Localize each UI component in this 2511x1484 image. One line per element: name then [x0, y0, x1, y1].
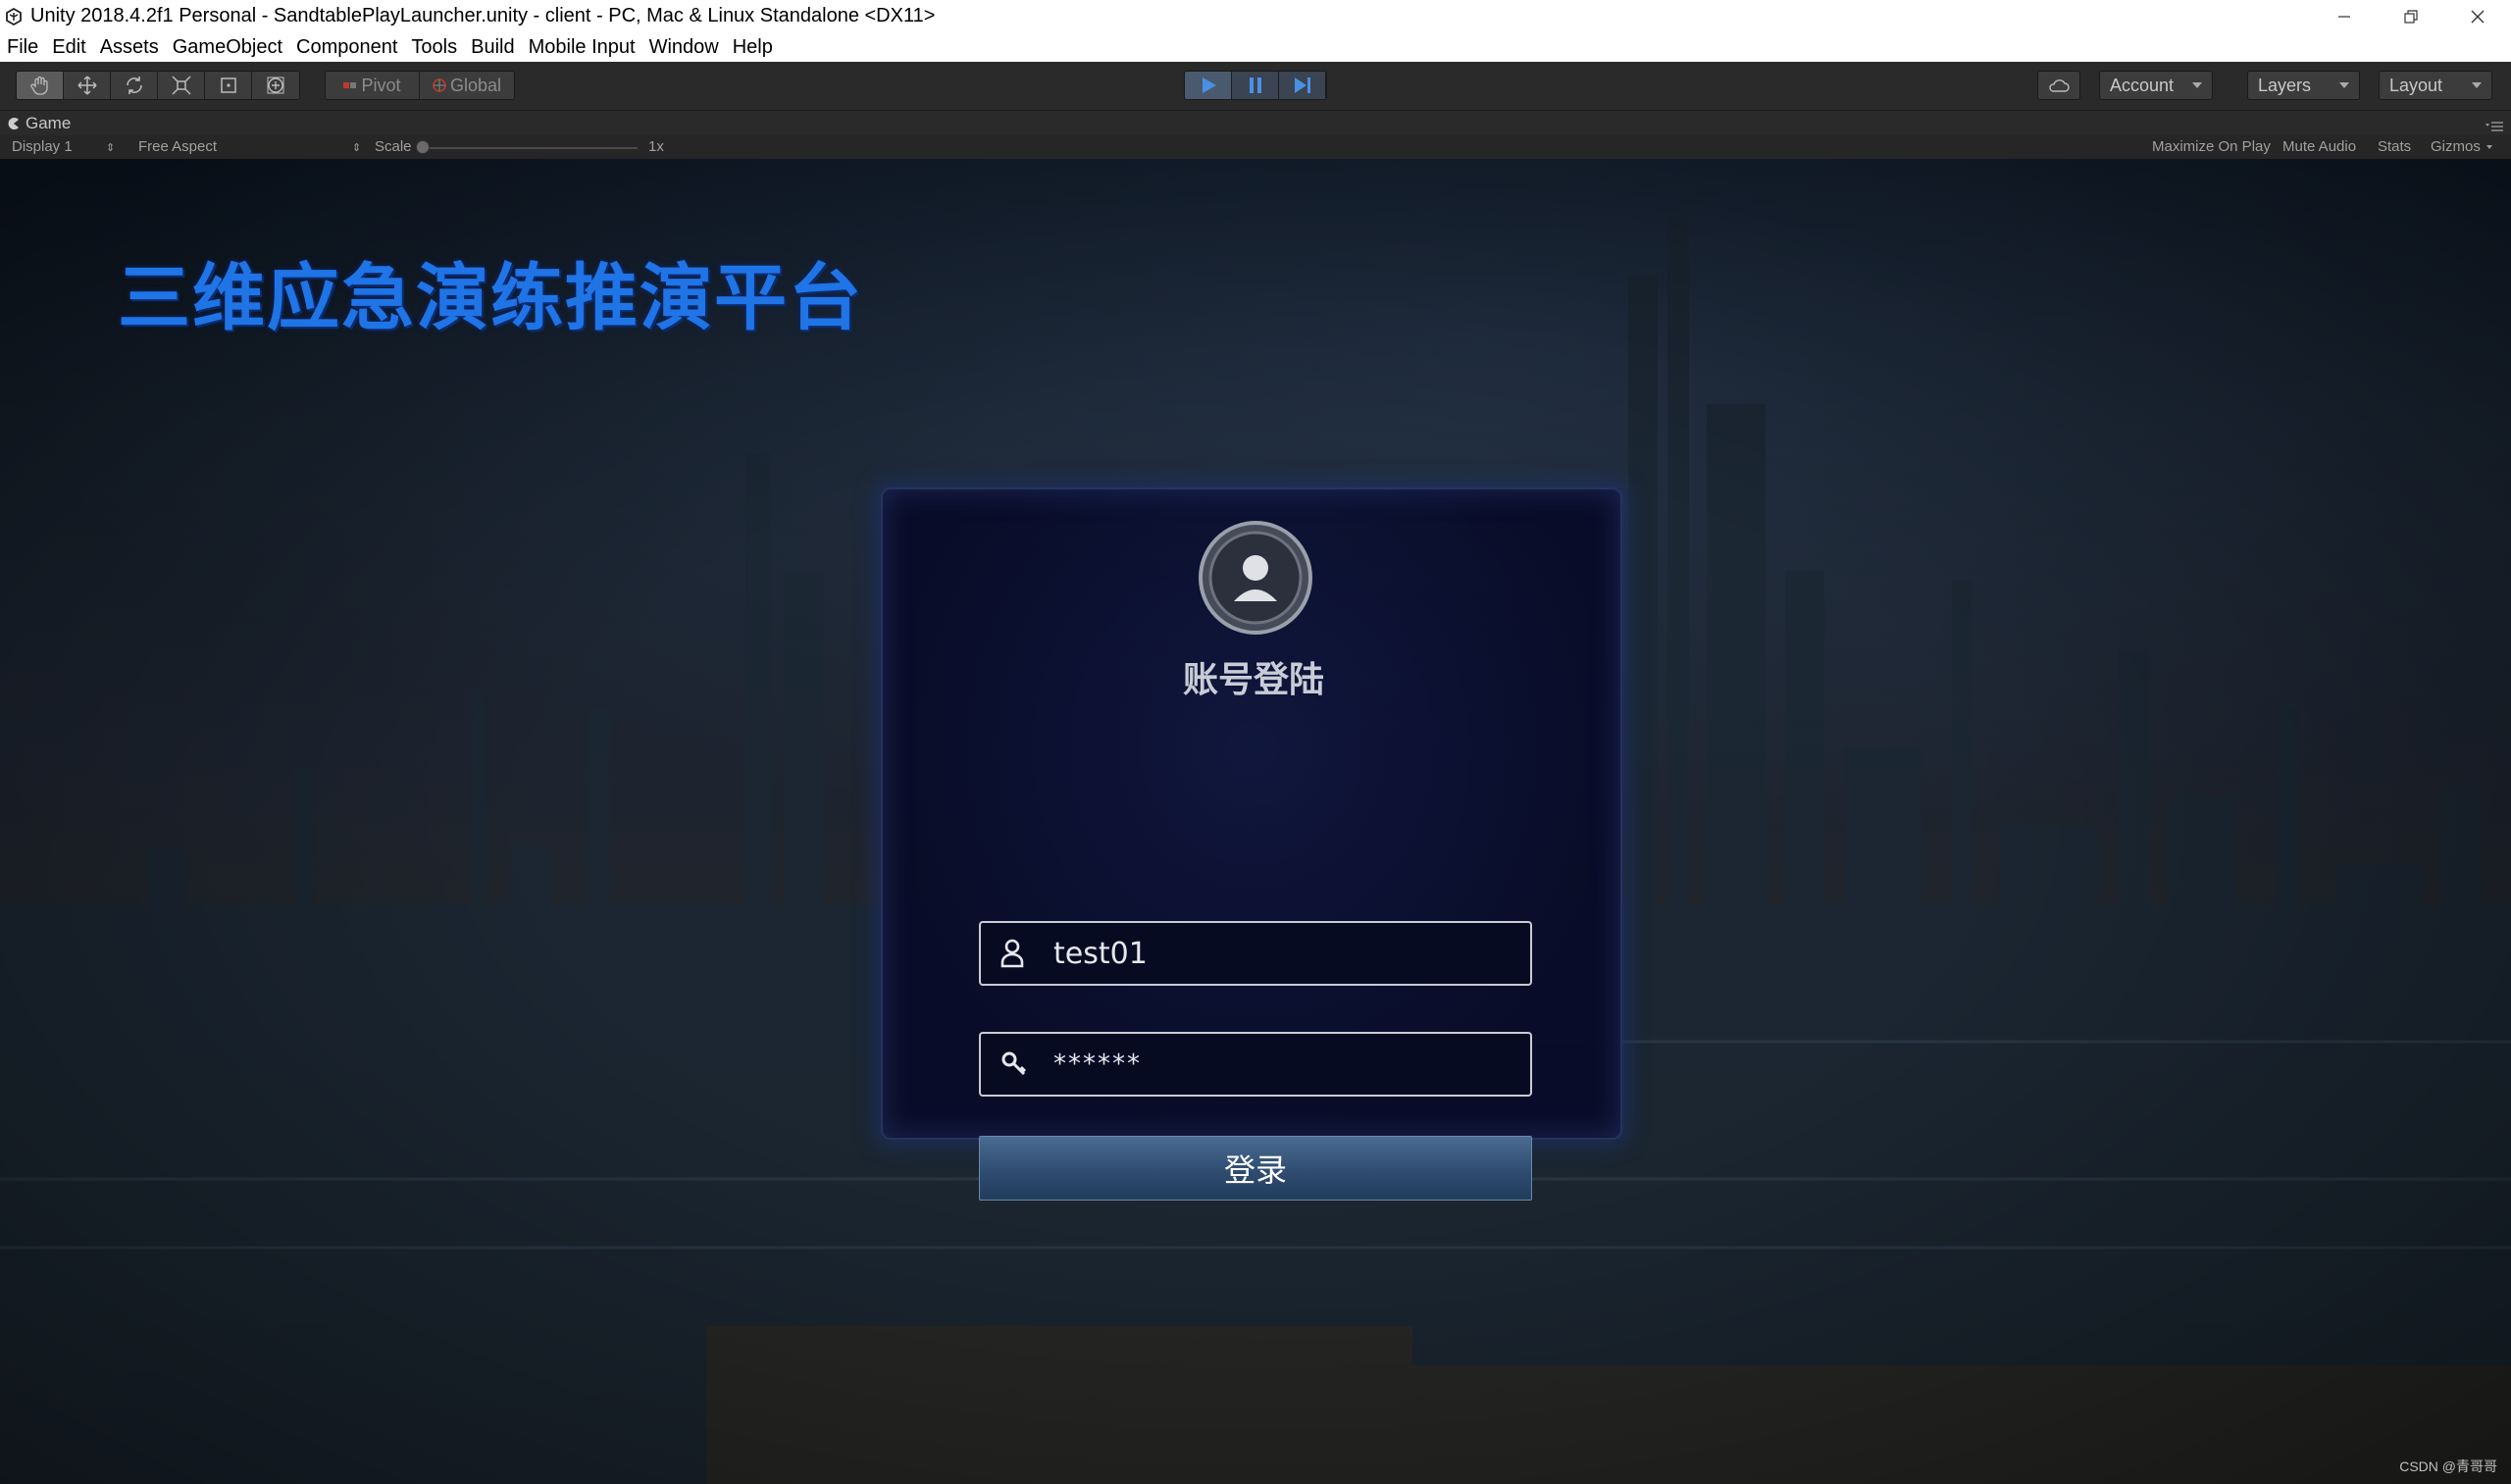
updown-arrow-icon: ⇕: [106, 142, 116, 154]
user-avatar-icon: [1197, 519, 1314, 637]
transform-tool-button[interactable]: [252, 72, 299, 99]
global-toggle[interactable]: Global: [420, 72, 514, 99]
step-icon: [1294, 77, 1310, 93]
layout-label: Layout: [2389, 75, 2443, 95]
chevron-down-icon: [2485, 145, 2492, 150]
display-label: Display 1: [12, 138, 73, 155]
username-field[interactable]: test01: [979, 921, 1532, 986]
rotate-tool-button[interactable]: [111, 72, 158, 99]
scale-slider-handle[interactable]: [416, 140, 430, 154]
rect-icon: [220, 77, 236, 93]
scale-icon: [171, 76, 191, 95]
stats-toggle[interactable]: Stats: [2378, 138, 2411, 155]
hand-icon: [29, 76, 48, 95]
menu-bar: File Edit Assets GameObject Component To…: [0, 32, 2511, 62]
password-field[interactable]: ******: [979, 1032, 1532, 1097]
menu-gameobject[interactable]: GameObject: [173, 36, 282, 59]
pivot-icon: [343, 82, 357, 88]
gizmos-label: Gizmos: [2431, 138, 2481, 155]
window-title: Unity 2018.4.2f1 Personal - SandtablePla…: [30, 5, 936, 26]
layers-dropdown[interactable]: Layers: [2247, 71, 2360, 100]
login-title: 账号登陆: [1182, 660, 1324, 700]
display-dropdown[interactable]: Display 1: [12, 138, 73, 155]
scale-tool-button[interactable]: [158, 72, 205, 99]
username-value: test01: [1053, 936, 1148, 971]
move-tool-button[interactable]: [64, 72, 111, 99]
restore-icon: [2404, 9, 2418, 24]
watermark-text: CSDN @青哥哥: [2399, 1458, 2497, 1474]
menu-window[interactable]: Window: [649, 36, 719, 59]
mute-audio-toggle[interactable]: Mute Audio: [2282, 138, 2356, 155]
chevron-down-icon: [2472, 82, 2482, 88]
login-panel: 账号登陆 test01 ****** 登录: [881, 487, 1622, 1201]
menu-build[interactable]: Build: [471, 36, 514, 59]
pause-icon: [1249, 77, 1261, 93]
scale-label: Scale: [375, 138, 412, 155]
transform-tools: [16, 71, 300, 100]
menu-component[interactable]: Component: [296, 36, 397, 59]
step-button[interactable]: [1279, 72, 1326, 99]
game-tab-header: Game: [0, 110, 2511, 135]
login-button[interactable]: 登录: [979, 1136, 1532, 1201]
aspect-label: Free Aspect: [138, 138, 218, 155]
menu-tools[interactable]: Tools: [411, 36, 457, 59]
restore-button[interactable]: [2378, 0, 2444, 32]
scale-value: 1x: [648, 138, 664, 155]
close-button[interactable]: [2444, 0, 2511, 32]
globe-icon: [433, 78, 446, 92]
scale-slider-track[interactable]: [420, 147, 638, 149]
global-label: Global: [449, 75, 502, 95]
hand-tool-button[interactable]: [17, 72, 64, 99]
menu-edit[interactable]: Edit: [52, 36, 85, 59]
game-tab-label: Game: [26, 114, 72, 132]
close-icon: [2471, 10, 2485, 23]
account-dropdown[interactable]: Account: [2099, 71, 2213, 100]
minimize-icon: [2338, 15, 2350, 18]
game-viewport[interactable]: 三维应急演练推演平台 账号登陆 test01 ****** 登录 CSDN @青…: [0, 159, 2511, 1484]
window-title-bar: Unity 2018.4.2f1 Personal - SandtablePla…: [0, 0, 2511, 32]
layout-dropdown[interactable]: Layout: [2379, 71, 2492, 100]
handle-toggles: Pivot Global: [325, 71, 515, 100]
transform-icon: [267, 77, 284, 94]
panel-menu-icon[interactable]: [2485, 119, 2503, 136]
unity-logo-icon: [3, 6, 25, 27]
maximize-on-play-toggle[interactable]: Maximize On Play: [2152, 138, 2271, 155]
aspect-dropdown[interactable]: Free Aspect: [138, 138, 217, 155]
gizmos-toggle[interactable]: Gizmos: [2431, 138, 2492, 155]
key-icon: [1000, 1045, 1053, 1084]
game-tab[interactable]: Game: [8, 114, 71, 133]
chevron-down-icon: [2339, 82, 2349, 88]
rotate-icon: [126, 77, 142, 94]
account-label: Account: [2110, 75, 2175, 95]
platform-title: 三维应急演练推演平台: [118, 256, 863, 340]
password-value: ******: [1053, 1049, 1142, 1079]
play-controls: [1184, 71, 1327, 100]
menu-assets[interactable]: Assets: [100, 36, 159, 59]
menu-mobile-input[interactable]: Mobile Input: [529, 36, 636, 59]
pause-button[interactable]: [1232, 72, 1279, 99]
cloud-icon: [2049, 79, 2070, 92]
pacman-icon: [8, 118, 19, 129]
move-icon: [77, 76, 97, 95]
minimize-button[interactable]: [2311, 0, 2378, 32]
menu-file[interactable]: File: [7, 36, 38, 59]
rect-tool-button[interactable]: [205, 72, 252, 99]
game-view-bar: Display 1 ⇕ Free Aspect ⇕ Scale 1x Maxim…: [0, 135, 2511, 159]
chevron-down-icon: [2192, 82, 2202, 88]
play-icon: [1202, 77, 1216, 93]
menu-help[interactable]: Help: [733, 36, 773, 59]
pivot-toggle[interactable]: Pivot: [326, 72, 420, 99]
pivot-label: Pivot: [361, 75, 401, 95]
user-icon: [1000, 934, 1053, 973]
main-toolbar: Pivot Global Account Layers Layout: [0, 62, 2511, 110]
updown-arrow-icon: ⇕: [352, 142, 362, 154]
play-button[interactable]: [1185, 72, 1232, 99]
collab-cloud-button[interactable]: [2037, 71, 2080, 100]
layers-label: Layers: [2258, 75, 2312, 95]
